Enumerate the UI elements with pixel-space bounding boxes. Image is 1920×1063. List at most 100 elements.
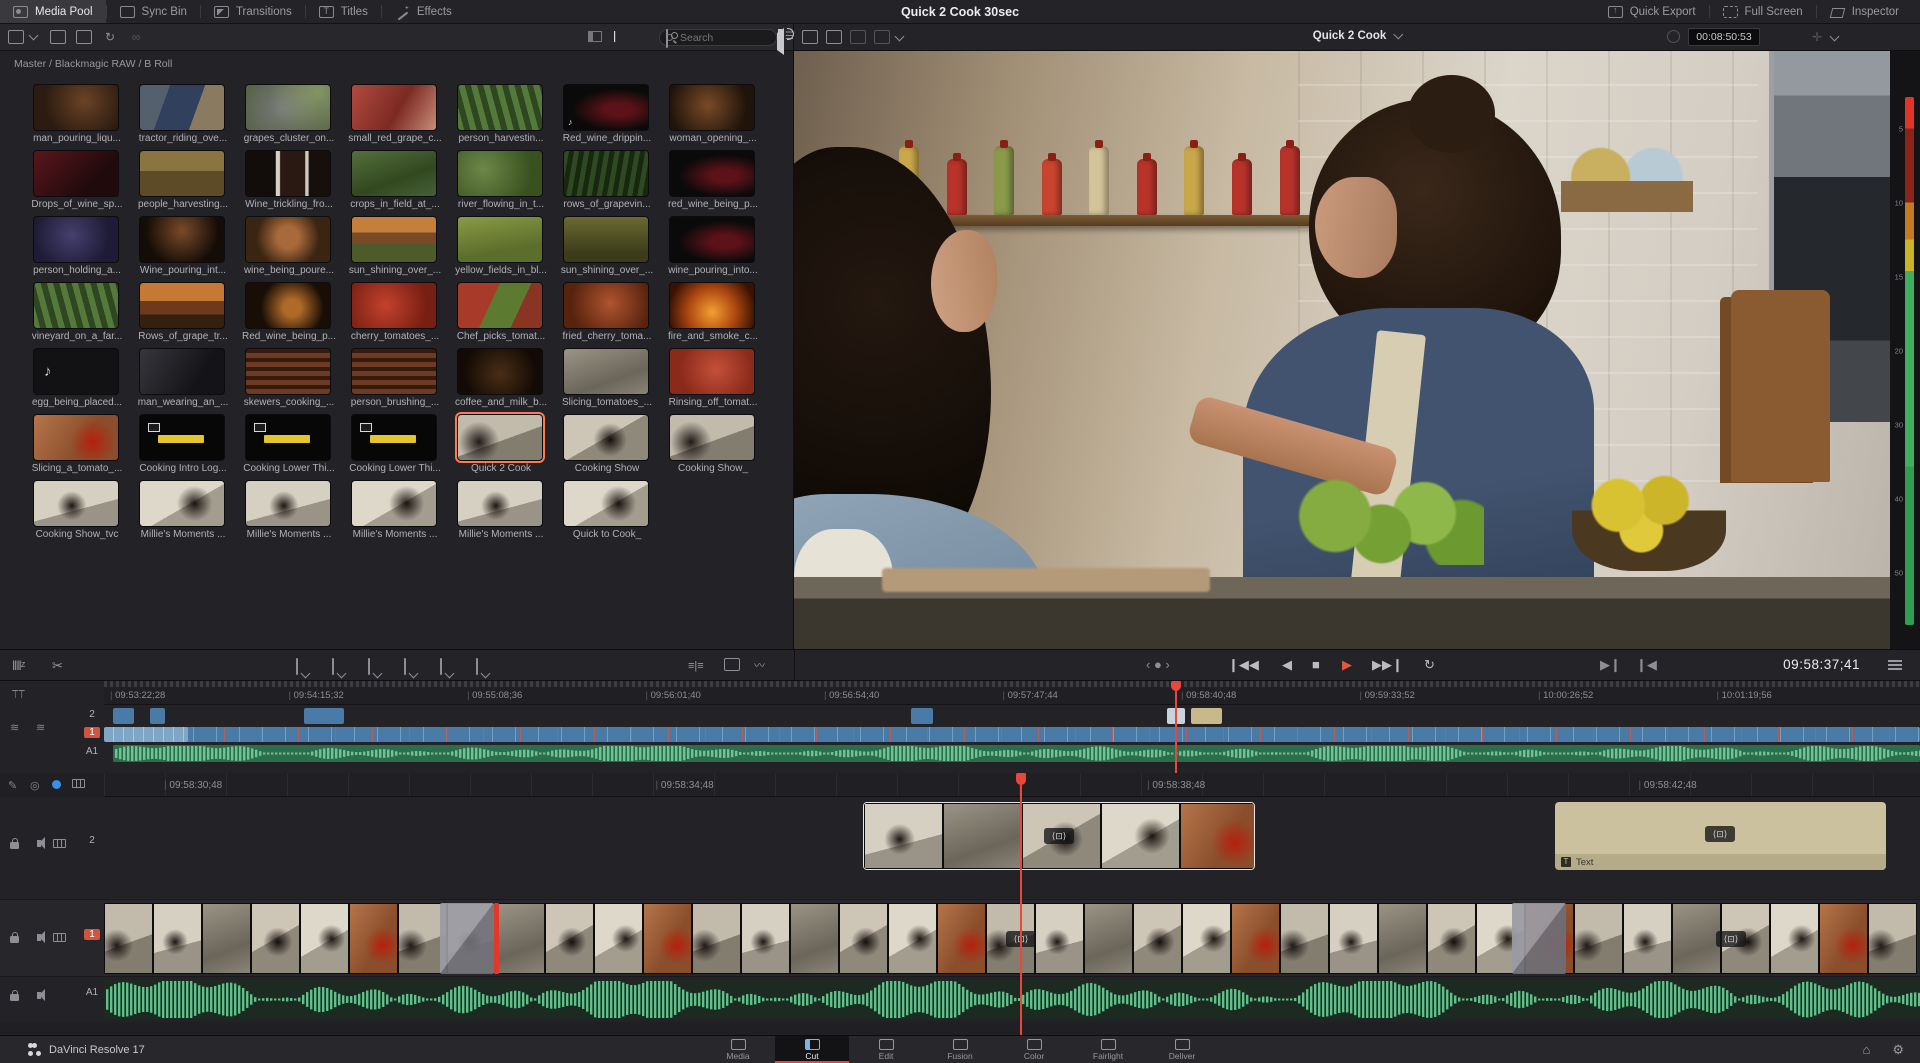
go-to-start-button[interactable]: ❙◀◀ <box>1228 657 1259 673</box>
media-clip-thumbnail[interactable] <box>139 216 225 263</box>
media-clip-thumbnail[interactable] <box>245 84 331 131</box>
media-clip-thumbnail[interactable] <box>563 150 649 197</box>
media-clip-thumbnail[interactable] <box>457 480 543 527</box>
audio-waveform-clip[interactable] <box>104 980 1920 1019</box>
loop-icon[interactable]: ↻ <box>1424 657 1435 673</box>
upper-timeline-clip[interactable] <box>113 708 134 724</box>
media-clip-thumbnail[interactable] <box>563 480 649 527</box>
lock-icon[interactable] <box>10 989 19 1001</box>
project-manager-icon[interactable]: ⌂ <box>1862 1042 1870 1058</box>
media-clip-thumbnail[interactable] <box>669 414 755 461</box>
topbar-item-full-screen[interactable]: Full Screen <box>1710 0 1816 23</box>
lock-icon[interactable] <box>10 931 19 943</box>
timeline-select-menu[interactable]: Quick 2 Cook <box>1313 29 1403 42</box>
append-icon[interactable] <box>332 658 334 675</box>
film-tool-icon[interactable] <box>72 779 85 791</box>
upper-timeline-clip[interactable] <box>150 708 165 724</box>
go-to-end-button[interactable]: ▶▶❙ <box>1372 657 1403 673</box>
tab-fairlight[interactable]: Fairlight <box>1071 1036 1145 1063</box>
speaker-icon[interactable] <box>37 837 45 849</box>
media-clip-thumbnail[interactable] <box>245 480 331 527</box>
tab-deliver[interactable]: Deliver <box>1145 1036 1219 1063</box>
tools-icon[interactable]: 〰 <box>754 658 765 674</box>
media-clip-thumbnail[interactable] <box>351 216 437 263</box>
media-clip-thumbnail[interactable] <box>351 348 437 395</box>
media-clip-thumbnail[interactable] <box>245 216 331 263</box>
boring-detector-icon[interactable] <box>850 30 866 44</box>
upper-timeline-clip[interactable] <box>304 708 344 724</box>
media-clip-thumbnail[interactable] <box>351 150 437 197</box>
marker-tool-icon[interactable]: ◎ <box>30 779 40 792</box>
upper-video-track-1[interactable] <box>113 727 1920 742</box>
media-clip-thumbnail[interactable] <box>33 414 119 461</box>
camera-icon[interactable] <box>666 29 668 48</box>
timeline-tool-b-icon[interactable]: ≋ <box>10 721 19 734</box>
tab-edit[interactable]: Edit <box>849 1036 923 1063</box>
match-frame-out-icon[interactable]: ▶❙ <box>1600 657 1621 673</box>
match-frame-in-icon[interactable]: ❙◀ <box>1636 657 1657 673</box>
audio-mute-icon[interactable] <box>772 28 784 55</box>
media-clip-thumbnail[interactable] <box>563 414 649 461</box>
topbar-item-quick-export[interactable]: Quick Export <box>1595 0 1709 23</box>
media-clip-thumbnail[interactable] <box>669 282 755 329</box>
media-clip-thumbnail[interactable] <box>33 216 119 263</box>
timeline-zoom-icon[interactable]: ‖‖ᶻ <box>12 658 25 674</box>
lower-timeline-ruler[interactable]: 09:58:30;48 09:58:34;48 09:58:38;48 09:58:4… <box>104 773 1920 797</box>
media-clip-thumbnail[interactable] <box>457 84 543 131</box>
project-settings-icon[interactable]: ⚙ <box>1892 1042 1904 1058</box>
thumbnail-view-icon[interactable] <box>614 31 616 42</box>
timeline-tool-a-icon[interactable]: ⟙⟙ <box>12 689 25 702</box>
lower-playhead[interactable] <box>1016 773 1026 1035</box>
tab-color[interactable]: Color <box>997 1036 1071 1063</box>
media-clip-thumbnail[interactable] <box>139 282 225 329</box>
upper-playhead[interactable] <box>1171 681 1181 773</box>
source-tape-icon[interactable] <box>802 30 818 44</box>
bin-list-icon[interactable] <box>8 30 24 44</box>
picture-in-picture-icon[interactable] <box>724 658 740 671</box>
audio-track-lane[interactable] <box>0 977 1920 1022</box>
import-folder-icon[interactable] <box>76 30 92 44</box>
filmstrip-icon[interactable] <box>53 838 66 848</box>
upper-timeline-clip[interactable] <box>911 708 933 724</box>
viewer-stage[interactable]: 5 10 15 20 30 40 50 <box>794 51 1920 649</box>
media-clip-thumbnail[interactable] <box>669 348 755 395</box>
media-clip-thumbnail[interactable] <box>669 150 755 197</box>
media-clip-thumbnail[interactable] <box>457 150 543 197</box>
search-input[interactable] <box>680 31 770 44</box>
ripple-overwrite-icon[interactable] <box>368 658 370 675</box>
timeline-tool-c-icon[interactable]: ≋ <box>36 721 45 734</box>
split-clip-icon[interactable]: ✂ <box>52 658 63 674</box>
upper-audio-track[interactable] <box>113 745 1920 762</box>
media-clip-thumbnail[interactable]: ♪ <box>563 84 649 131</box>
upper-timeline-clip[interactable] <box>1191 708 1222 724</box>
speaker-icon[interactable] <box>37 989 45 1001</box>
stop-button[interactable]: ■ <box>1312 657 1320 672</box>
media-clip-thumbnail[interactable] <box>351 414 437 461</box>
media-clip-thumbnail[interactable] <box>457 216 543 263</box>
video1-filmstrip[interactable] <box>104 903 1920 974</box>
media-clip-thumbnail[interactable] <box>563 348 649 395</box>
place-on-top-icon[interactable] <box>440 658 442 675</box>
media-clip-thumbnail[interactable] <box>33 84 119 131</box>
close-up-icon[interactable] <box>404 658 406 675</box>
topbar-item-media-pool[interactable]: Media Pool <box>0 0 106 23</box>
smart-insert-icon[interactable] <box>296 658 298 675</box>
media-clip-thumbnail[interactable] <box>457 282 543 329</box>
lock-icon[interactable] <box>10 837 19 849</box>
upper-timeline-ruler[interactable]: 09:53:22;28 09:54:15;32 09:55:08;36 09:56:0… <box>104 681 1920 705</box>
relink-icon[interactable]: ∞ <box>128 30 144 44</box>
media-clip-thumbnail[interactable] <box>245 150 331 197</box>
media-clip-thumbnail[interactable] <box>669 216 755 263</box>
media-clip-thumbnail[interactable] <box>139 348 225 395</box>
timeline-options-menu-icon[interactable] <box>1888 660 1902 662</box>
topbar-item-transitions[interactable]: Transitions <box>201 0 305 23</box>
media-clip-thumbnail[interactable] <box>139 84 225 131</box>
media-clip-thumbnail[interactable] <box>33 282 119 329</box>
source-overwrite-icon[interactable] <box>476 658 478 675</box>
trim-mode-icon[interactable]: ≡|≡ <box>688 658 704 674</box>
fast-review-icon[interactable] <box>826 30 842 44</box>
media-clip-thumbnail[interactable] <box>563 282 649 329</box>
media-clip-thumbnail[interactable] <box>139 414 225 461</box>
media-clip-thumbnail[interactable] <box>245 282 331 329</box>
clip-tools-badge[interactable]: ⟨⊡⟩ <box>1044 828 1074 844</box>
